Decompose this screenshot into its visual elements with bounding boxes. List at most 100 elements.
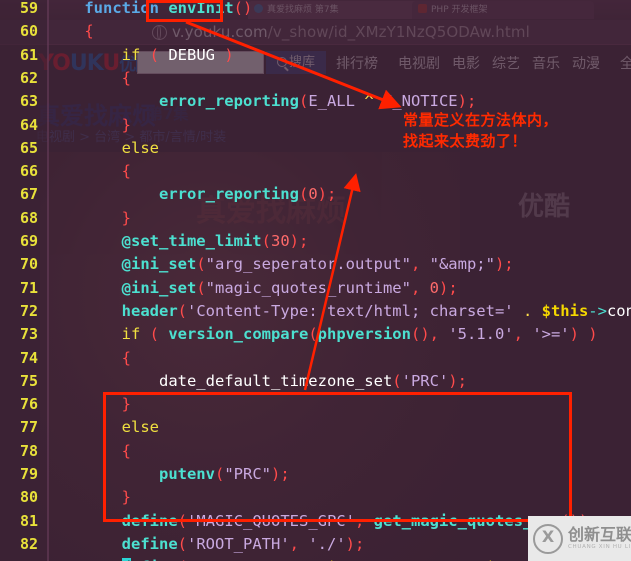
line-number: 60 — [19, 22, 38, 41]
code-line[interactable]: 63 error_reporting(E_ALL ^ E_NOTICE); — [0, 90, 631, 113]
code-token: { — [121, 162, 131, 181]
code-line[interactable]: 73 if ( version_compare(phpversion(), '5… — [0, 323, 631, 346]
code-token: 0 — [308, 185, 318, 204]
browser-tab-1-label: 真爱找麻烦 第7集 — [267, 5, 339, 15]
code-token: { — [121, 441, 131, 460]
code-line[interactable]: 65 else — [0, 137, 631, 160]
code-line[interactable]: 80 } — [0, 486, 631, 509]
code-token: if — [121, 325, 141, 344]
code-line[interactable]: 59 function envInit() — [0, 0, 631, 20]
youku-search-input[interactable] — [137, 51, 264, 74]
code-token: ); — [438, 278, 458, 297]
code-token: define — [121, 511, 178, 530]
code-line[interactable]: 71 @ini_set("magic_quotes_runtime", 0); — [0, 277, 631, 300]
code-token: @ini_set — [121, 278, 197, 297]
search-icon — [276, 57, 287, 67]
globe-icon — [152, 24, 167, 40]
code-token: define — [121, 534, 178, 553]
line-number: 73 — [19, 325, 38, 344]
code-line[interactable]: 61 if ( DEBUG ) — [0, 44, 631, 67]
code-line-text: error_reporting(E_ALL ^ E_NOTICE); — [47, 90, 476, 113]
logo-o: O — [52, 51, 71, 76]
code-token: } — [121, 115, 131, 134]
line-number: 83 — [8, 556, 38, 561]
code-line[interactable]: 74 { — [0, 347, 631, 370]
code-token: $this — [541, 301, 589, 320]
browser-address-bar[interactable]: v.youku.com/v_show/id_XMzY1NzQ5ODAw.html — [0, 20, 631, 45]
code-token: } — [121, 208, 131, 227]
code-token: ( — [196, 255, 206, 274]
code-token: "magic_quotes_runtime" — [205, 278, 411, 297]
code-line[interactable]: 67 error_reporting(0); — [0, 183, 631, 206]
nav-item-music[interactable]: 音乐 — [532, 56, 560, 72]
browser-tab-1[interactable]: 真爱找麻烦 第7集 — [248, 1, 420, 19]
code-token: ) — [457, 92, 467, 111]
code-token: ); — [494, 255, 514, 274]
code-token: ( — [140, 325, 169, 344]
youku-nav: 排行榜 电视剧电影综艺音乐动漫 全部 — [336, 53, 631, 73]
code-line[interactable]: 72 header('Content-Type: text/html; char… — [0, 300, 631, 323]
code-line-text: header('Content-Type: text/html; charset… — [47, 300, 631, 323]
url-host: v.youku.com — [172, 23, 268, 41]
code-token: (), — [410, 325, 449, 344]
code-line[interactable]: 77 else — [0, 416, 631, 439]
code-token: 'MAGIC_QUOTES_GPC' — [187, 511, 355, 530]
line-number: 81 — [19, 511, 38, 530]
code-line[interactable]: 76 } — [0, 393, 631, 416]
code-line[interactable]: 78 { — [0, 440, 631, 463]
line-number: 78 — [19, 441, 38, 460]
logo-cn: 优酷 — [119, 55, 152, 75]
code-line[interactable]: 79 putenv("PRC"); — [0, 463, 631, 486]
code-line[interactable]: 68 } — [0, 207, 631, 230]
nav-item-anime[interactable]: 动漫 — [572, 56, 600, 72]
line-number: 82 — [19, 534, 38, 553]
nav-item-variety[interactable]: 综艺 — [492, 56, 520, 72]
code-token: error_reporting — [158, 92, 299, 111]
code-line[interactable]: 60 { — [0, 20, 631, 43]
code-line-text: error_reporting(0); — [47, 183, 336, 206]
logo-y: Y — [38, 51, 53, 76]
code-token: ( — [298, 185, 309, 204]
logo-u2: U — [102, 51, 120, 76]
code-token: phpversion — [317, 325, 411, 344]
code-token: 30 — [270, 232, 290, 250]
code-token: 'Content-Type: text/html; charset=' — [187, 301, 514, 320]
youku-header: YOUKU优酷 搜库 排行榜电视剧电影综艺音乐动漫全部 — [0, 45, 631, 81]
browser-tab-2[interactable]: PHP 开发框架 — [412, 1, 594, 19]
nav-item-ranking[interactable]: 排行榜 — [336, 56, 378, 72]
arrow-defines-to-note — [303, 173, 361, 391]
code-token: . — [513, 301, 542, 320]
code-line[interactable]: 75 date_default_timezone_set('PRC'); — [0, 370, 631, 393]
code-line-text: } — [47, 393, 131, 416]
line-number: 72 — [19, 301, 38, 320]
nav-item-movie[interactable]: 电影 — [452, 56, 480, 72]
code-line[interactable]: 70 @ini_set("arg_seperator.output", "&am… — [0, 253, 631, 276]
code-token: ( — [196, 278, 206, 297]
line-number: 77 — [19, 418, 38, 437]
nav-item-all[interactable]: 全部 — [620, 56, 631, 72]
code-line[interactable]: 69 @set_time_limit(30); — [0, 230, 631, 253]
nav-item-tv[interactable]: 电视剧 — [398, 56, 440, 72]
code-token: ) — [215, 45, 234, 64]
line-number: 64 — [19, 115, 38, 134]
video-player-area[interactable] — [40, 152, 460, 561]
code-token: ); — [289, 232, 309, 250]
youku-video-watermark: 优酷 — [518, 192, 571, 222]
line-number: 65 — [19, 138, 38, 157]
code-line[interactable]: 64 } — [0, 114, 631, 137]
code-line[interactable]: 66 { — [0, 160, 631, 183]
code-token: function — [84, 0, 169, 17]
code-line[interactable]: 62 { — [0, 67, 631, 90]
code-token: else — [121, 418, 159, 437]
youku-search-button[interactable]: 搜库 — [266, 51, 326, 74]
youku-logo[interactable]: YOUKU优酷 — [38, 50, 152, 76]
